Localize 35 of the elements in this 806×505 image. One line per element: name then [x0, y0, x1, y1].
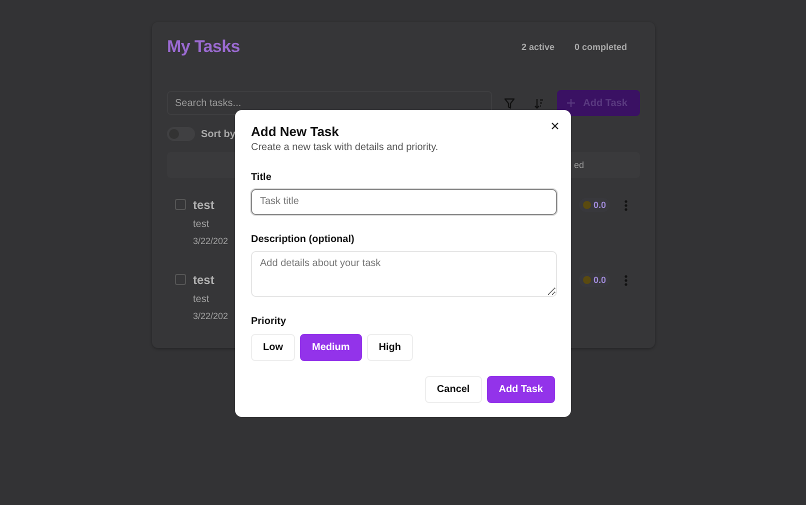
field-label: Title — [251, 172, 272, 183]
task-title: test — [193, 273, 216, 287]
title-input-field[interactable]: Task title — [251, 189, 557, 215]
score-value: 0.0 — [593, 275, 606, 285]
task-date: 3/22/202 — [193, 236, 228, 246]
score-value: 0.0 — [593, 200, 606, 210]
cancel-button[interactable]: Cancel — [424, 376, 482, 403]
task-checkbox[interactable] — [175, 274, 186, 285]
more-options-icon[interactable] — [624, 274, 628, 286]
dialog-title: Add New Task — [251, 124, 340, 139]
more-options-icon[interactable] — [624, 200, 628, 210]
task-checkbox[interactable] — [175, 199, 186, 210]
priority-option[interactable]: High — [366, 334, 413, 361]
page-title: My Tasks — [167, 37, 240, 57]
column-header: ed — [574, 160, 584, 170]
priority-option[interactable]: Medium — [300, 334, 362, 361]
field-label: Description (optional) — [251, 234, 356, 245]
filter-icon[interactable] — [504, 98, 515, 108]
task-date: 3/22/202 — [193, 311, 228, 321]
dialog-subtitle: Create a new task with details and priority. — [251, 142, 440, 153]
plus-icon — [567, 99, 576, 107]
close-icon[interactable] — [551, 122, 559, 130]
task-description: test — [193, 294, 210, 305]
task-description: test — [193, 219, 210, 230]
submit-button[interactable]: Add Task — [486, 376, 555, 403]
toggle-label: Sort by — [201, 128, 236, 140]
stat-label: 0 completed — [573, 41, 628, 54]
priority-option[interactable]: Low — [251, 334, 295, 361]
description-field[interactable]: Add details about your task — [251, 250, 557, 297]
stat-label: 2 active — [520, 41, 556, 54]
coin-icon — [583, 201, 592, 209]
sort-icon[interactable] — [534, 98, 544, 108]
priority-label: Priority — [251, 316, 288, 327]
task-title: test — [193, 198, 216, 212]
coin-icon — [583, 276, 592, 284]
